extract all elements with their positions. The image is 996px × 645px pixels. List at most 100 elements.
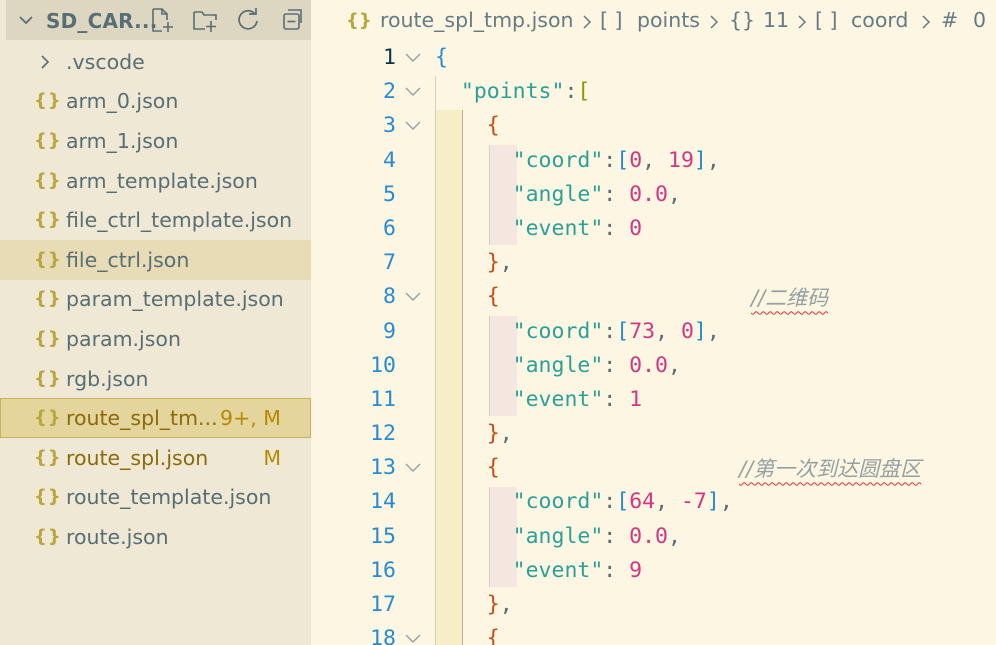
code-line[interactable]: 3 { [311, 109, 996, 143]
refresh-icon[interactable] [235, 7, 261, 33]
line-number: 6 [383, 215, 396, 241]
code-line[interactable]: 15 "angle": 0.0, [311, 520, 996, 554]
new-folder-icon[interactable] [192, 7, 218, 33]
line-number: 1 [383, 45, 396, 70]
fold-chevron-icon[interactable] [403, 290, 423, 304]
fold-chevron-icon[interactable] [403, 461, 423, 475]
file-item[interactable]: {} rgb.json [0, 359, 311, 399]
code-line[interactable]: 1 { [311, 41, 996, 75]
code-text: }, [486, 421, 513, 447]
fold-chevron-icon[interactable] [403, 632, 423, 645]
code-text: "coord":[64, -7], [512, 489, 733, 515]
line-number: 14 [370, 489, 396, 515]
file-name: arm_0.json [66, 89, 179, 114]
code-text: "event": 9 [512, 557, 643, 583]
file-item[interactable]: {} file_ctrl.json [0, 239, 311, 280]
json-file-icon: {} [34, 288, 62, 310]
line-number: 18 [370, 626, 396, 645]
collapse-all-icon[interactable] [278, 7, 304, 33]
code-line[interactable]: 6 "event": 0 [311, 212, 996, 246]
code-comment: //第一次到达圆盘区 [739, 457, 922, 482]
code-text: "angle": 0.0, [512, 523, 681, 549]
code-line[interactable]: 13 { //第一次到达圆盘区 [311, 451, 996, 485]
json-key: "coord" [512, 318, 604, 344]
file-item[interactable]: {} route_spl.json M [0, 438, 311, 478]
code-text: "angle": 0.0, [512, 181, 681, 207]
json-file-icon: {} [34, 486, 62, 508]
json-key: "angle" [512, 352, 604, 378]
breadcrumb-file[interactable]: route_spl_tmp.json [380, 8, 574, 32]
code-text: { [486, 626, 500, 645]
file-item[interactable]: {} param_template.json [0, 280, 311, 320]
code-line[interactable]: 10 "angle": 0.0, [311, 349, 996, 383]
code-line[interactable]: 2 "points":[ [311, 75, 996, 109]
breadcrumb-index[interactable]: 11 [763, 8, 789, 32]
line-number: 16 [370, 557, 396, 583]
coord-x: 0 [629, 147, 643, 173]
new-file-icon[interactable] [149, 7, 175, 33]
object-icon: {} [729, 8, 756, 32]
file-name: file_ctrl.json [66, 247, 190, 272]
breadcrumb-value[interactable]: 0 [973, 8, 986, 32]
file-item[interactable]: {} arm_0.json [0, 82, 311, 122]
json-file-icon: {} [34, 367, 62, 389]
code-line[interactable]: 16 "event": 9 [311, 554, 996, 588]
line-number: 2 [383, 79, 396, 105]
line-number: 12 [370, 421, 396, 447]
file-item[interactable]: {} route.json [0, 517, 311, 557]
file-name: param_template.json [66, 287, 284, 312]
breadcrumb-coord[interactable]: coord [851, 8, 908, 32]
code-line[interactable]: 8 { //二维码 [311, 280, 996, 314]
code-editor[interactable]: {} route_spl_tmp.json [ ] points {} 11 [… [311, 0, 996, 645]
file-name: param.json [66, 326, 181, 351]
fold-chevron-icon[interactable] [403, 85, 423, 99]
json-file-icon: {} [34, 328, 62, 350]
code-line[interactable]: 7 }, [311, 246, 996, 280]
code-line[interactable]: 11 "event": 1 [311, 383, 996, 417]
code-line[interactable]: 17 }, [311, 588, 996, 622]
file-item[interactable]: {} route_template.json [0, 478, 311, 518]
code-line[interactable]: 18 { [311, 622, 996, 645]
fold-chevron-icon[interactable] [403, 119, 423, 133]
line-number: 9 [383, 318, 396, 344]
json-key: "event" [512, 215, 604, 241]
code-line[interactable]: 14 "coord":[64, -7], [311, 485, 996, 519]
file-name: route_spl.json [66, 445, 209, 470]
json-key: "event" [512, 557, 604, 583]
file-item[interactable]: {} arm_template.json [0, 161, 311, 201]
chevron-right-icon [798, 15, 807, 29]
file-name: file_ctrl_template.json [66, 208, 293, 233]
file-name: arm_template.json [66, 168, 258, 193]
code-line[interactable]: 5 "angle": 0.0, [311, 178, 996, 212]
chevron-down-icon[interactable] [18, 12, 34, 28]
json-file-icon: {} [34, 209, 62, 231]
problems-badge: 9+, M [220, 406, 281, 431]
file-name: arm_1.json [66, 128, 179, 153]
line-number: 3 [383, 113, 396, 139]
code-lines[interactable]: 1 { 2 "points":[ 3 { 4 "coord":[0, 19], … [311, 41, 996, 645]
code-line[interactable]: 4 "coord":[0, 19], [311, 144, 996, 178]
breadcrumb-points[interactable]: points [637, 8, 700, 32]
file-item-selected[interactable]: {} route_spl_tm... 9+, M [0, 398, 311, 438]
coord-x: 73 [629, 318, 656, 344]
folder-item-vscode[interactable]: .vscode [0, 42, 311, 82]
json-file-icon: {} [34, 248, 62, 270]
file-item[interactable]: {} param.json [0, 319, 311, 359]
json-key: "points" [460, 79, 565, 105]
explorer-header[interactable]: SD_CAR... [6, 0, 311, 40]
file-item[interactable]: {} file_ctrl_template.json [0, 200, 311, 240]
code-text: { [435, 45, 448, 70]
code-line[interactable]: 12 }, [311, 417, 996, 451]
event-value: 0 [629, 215, 643, 241]
file-tree: .vscode {} arm_0.json {} arm_1.json {} a… [0, 42, 311, 557]
line-number: 10 [370, 352, 396, 378]
json-key: "angle" [512, 181, 604, 207]
code-line[interactable]: 9 "coord":[73, 0], [311, 315, 996, 349]
coord-y: 0 [680, 318, 694, 344]
code-text: }, [486, 592, 513, 617]
json-file-icon: {} [346, 10, 372, 31]
coord-x: 64 [629, 489, 656, 515]
file-item[interactable]: {} arm_1.json [0, 121, 311, 161]
json-file-icon: {} [34, 90, 62, 112]
fold-chevron-icon[interactable] [403, 51, 423, 65]
